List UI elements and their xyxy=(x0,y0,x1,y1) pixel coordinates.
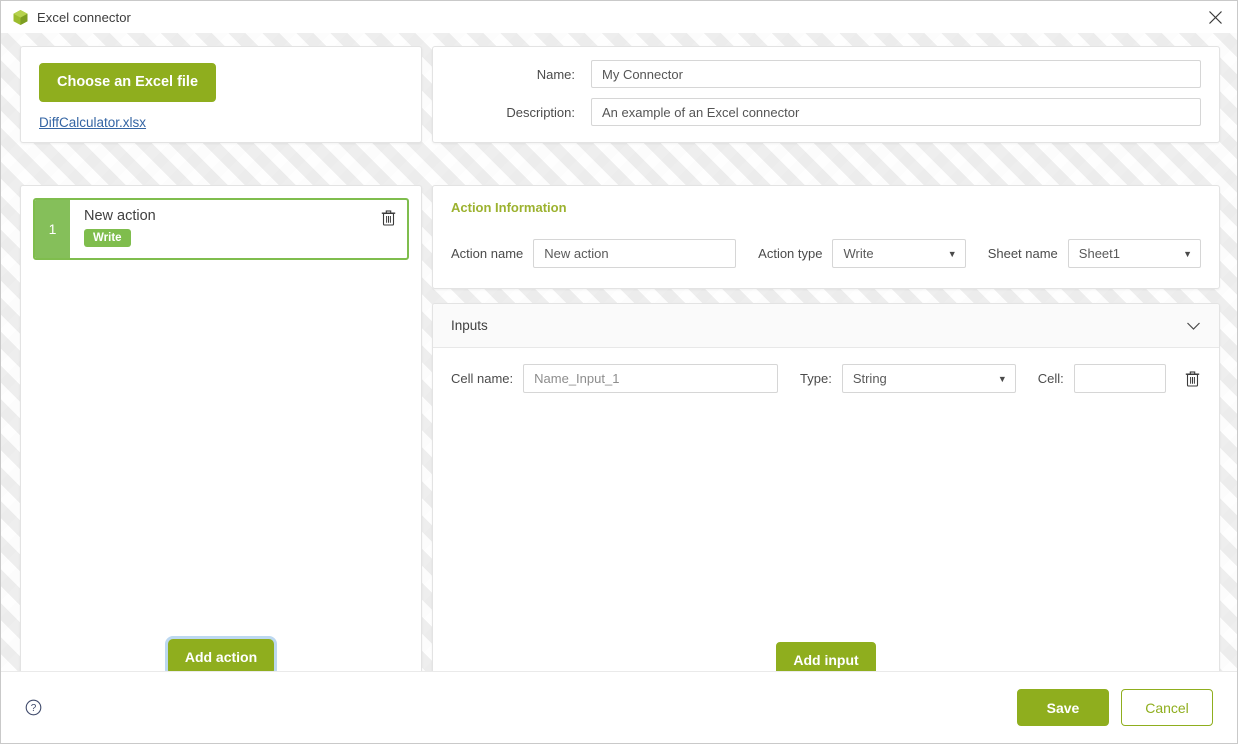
inputs-header[interactable]: Inputs xyxy=(433,304,1219,348)
cell-name-label: Cell name: xyxy=(451,371,514,386)
input-row: Cell name: Type: String ▼ Cell: xyxy=(443,364,1201,393)
inputs-title: Inputs xyxy=(451,318,488,333)
dialog-footer: ? Save Cancel xyxy=(1,671,1237,743)
close-icon[interactable] xyxy=(1193,1,1237,33)
save-button[interactable]: Save xyxy=(1017,689,1109,726)
help-circle-icon[interactable]: ? xyxy=(25,699,42,716)
input-type-select[interactable]: String ▼ xyxy=(841,364,1016,393)
actions-list-panel: 1 New action Write Add action xyxy=(20,185,422,693)
choose-excel-file-button[interactable]: Choose an Excel file xyxy=(39,63,217,102)
type-label: Type: xyxy=(800,371,832,386)
name-input[interactable] xyxy=(591,60,1201,88)
action-type-value: Write xyxy=(843,246,874,261)
name-field-row: Name: xyxy=(451,60,1201,88)
chevron-down-icon: ▼ xyxy=(1183,248,1192,259)
chevron-down-icon: ▼ xyxy=(997,373,1007,384)
action-type-badge[interactable]: Write xyxy=(84,229,131,248)
sheet-name-label: Sheet name xyxy=(987,246,1058,261)
action-information-panel: Action Information Action name Action ty… xyxy=(432,185,1220,289)
chevron-down-icon: ▼ xyxy=(947,248,957,259)
delete-action-icon[interactable] xyxy=(379,209,397,227)
action-type-select[interactable]: Write ▼ xyxy=(832,239,966,268)
chevron-down-icon[interactable] xyxy=(1185,318,1201,334)
cancel-button[interactable]: Cancel xyxy=(1121,689,1213,726)
action-title: New action xyxy=(84,208,156,224)
add-action-button[interactable]: Add action xyxy=(167,638,275,675)
file-selection-panel: Choose an Excel file DiffCalculator.xlsx xyxy=(20,46,422,143)
description-label: Description: xyxy=(506,104,575,120)
action-name-input[interactable] xyxy=(533,239,737,268)
action-card[interactable]: 1 New action Write xyxy=(33,198,409,260)
description-input[interactable] xyxy=(591,98,1201,126)
action-detail-column: Action Information Action name Action ty… xyxy=(432,185,1220,693)
action-index: 1 xyxy=(35,200,70,258)
selected-file-link[interactable]: DiffCalculator.xlsx xyxy=(39,115,146,130)
actions-list: 1 New action Write xyxy=(33,198,409,639)
input-type-value: String xyxy=(852,371,887,386)
cell-input[interactable] xyxy=(1073,364,1166,393)
connector-meta-panel: Name: Description: xyxy=(432,46,1220,143)
footer-actions: Save Cancel xyxy=(1017,689,1213,726)
action-information-fields: Action name Action type Write ▼ Sheet na… xyxy=(451,239,1201,268)
cell-label: Cell: xyxy=(1037,371,1064,386)
description-field-row: Description: xyxy=(451,98,1201,126)
action-type-label: Action type xyxy=(758,246,823,261)
excel-connector-cube-icon xyxy=(11,8,29,26)
dialog-body: Choose an Excel file DiffCalculator.xlsx… xyxy=(1,33,1237,693)
cell-name-input[interactable] xyxy=(523,364,779,393)
action-name-label: Action name xyxy=(451,246,524,261)
action-card-body: New action Write xyxy=(70,200,407,258)
window-title: Excel connector xyxy=(37,9,131,25)
window-titlebar: Excel connector xyxy=(1,1,1237,33)
inputs-body: Cell name: Type: String ▼ Cell: xyxy=(433,348,1219,642)
action-information-title: Action Information xyxy=(451,200,567,215)
delete-input-icon[interactable] xyxy=(1184,370,1201,388)
inputs-panel: Inputs Cell name: Type: String xyxy=(432,303,1220,693)
name-label: Name: xyxy=(536,66,575,82)
sheet-name-value: Sheet1 xyxy=(1078,246,1120,261)
svg-text:?: ? xyxy=(31,703,37,714)
excel-connector-dialog: Excel connector Choose an Excel file Dif… xyxy=(0,0,1238,744)
sheet-name-select[interactable]: Sheet1 ▼ xyxy=(1067,239,1201,268)
